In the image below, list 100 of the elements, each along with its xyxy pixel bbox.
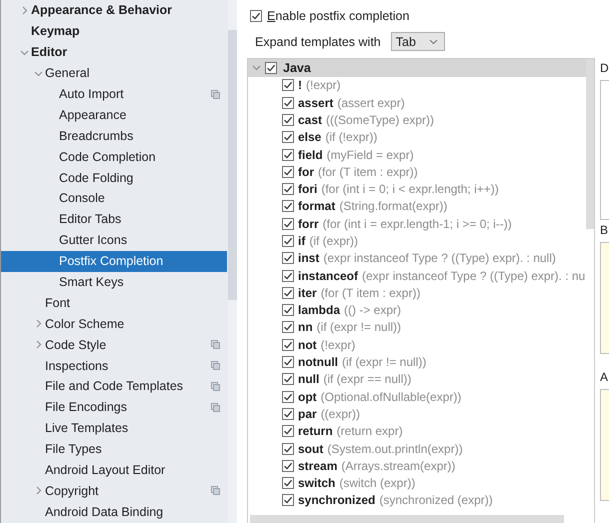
sidebar-item[interactable]: Keymap — [1, 20, 227, 42]
dropdown[interactable]: Tab — [390, 32, 445, 51]
checkbox[interactable] — [282, 252, 294, 264]
checkbox[interactable] — [282, 356, 294, 368]
chevron-icon[interactable] — [34, 486, 42, 496]
checkbox[interactable] — [282, 425, 294, 438]
checkbox[interactable] — [250, 10, 262, 22]
checkbox[interactable] — [282, 338, 294, 351]
scrollbar-thumb[interactable] — [228, 30, 237, 300]
template-name: inst — [298, 251, 320, 266]
group-label: Java — [283, 60, 311, 75]
checkbox[interactable] — [282, 96, 294, 109]
sidebar-item[interactable]: File Types — [1, 438, 227, 460]
template-example: (() -> expr) — [344, 303, 402, 318]
template-example: (expr instanceof Type ? ((Type) expr). : nu — [362, 268, 586, 283]
template-name: opt — [298, 390, 317, 404]
chevron-icon — [428, 37, 438, 46]
template-name: field — [298, 148, 323, 162]
scrollbar[interactable] — [228, 0, 237, 523]
sidebar-item[interactable]: Console — [1, 188, 227, 209]
template-name: null — [298, 372, 320, 386]
sidebar-item[interactable]: Color Scheme — [1, 313, 227, 334]
sidebar-item[interactable]: Android Data Binding — [1, 501, 227, 522]
template-name: switch — [298, 476, 336, 490]
chevron-icon[interactable] — [34, 340, 42, 350]
template-example: (((SomeType) expr)) — [326, 112, 434, 127]
sidebar-item[interactable]: Smart Keys — [1, 272, 227, 292]
sidebar-item[interactable]: Gutter Icons — [1, 230, 227, 251]
template-example: (return expr) — [336, 424, 403, 438]
template-name: else — [298, 130, 322, 144]
checkbox[interactable] — [282, 477, 294, 490]
template-example: (for (T item : expr)) — [320, 286, 420, 300]
template-name: synchronized — [298, 493, 376, 508]
tree-group-row[interactable]: Java — [248, 59, 586, 77]
checkbox[interactable] — [282, 218, 294, 230]
template-name: assert — [298, 96, 334, 110]
checkbox[interactable] — [282, 321, 294, 334]
checkbox[interactable] — [282, 148, 294, 161]
template-name: for — [298, 164, 314, 179]
checkbox[interactable] — [282, 286, 294, 299]
checkbox[interactable] — [282, 460, 294, 472]
sidebar-item[interactable]: Appearance & Behavior — [1, 0, 227, 21]
checkbox[interactable] — [282, 79, 294, 92]
sidebar-item[interactable]: Android Layout Editor — [1, 460, 227, 480]
chevron-icon[interactable] — [34, 68, 42, 78]
checkbox[interactable] — [282, 494, 294, 506]
template-name: iter — [298, 286, 317, 300]
sidebar-item[interactable]: Code Style — [1, 334, 227, 356]
template-name: format — [298, 199, 336, 214]
checkbox[interactable] — [282, 131, 294, 144]
template-example: (if (!expr)) — [325, 130, 378, 144]
scrollbar-thumb[interactable] — [586, 59, 594, 229]
sidebar-item[interactable]: Live Templates — [1, 418, 227, 439]
section-label: B — [600, 223, 609, 239]
template-name: sout — [298, 442, 324, 456]
scrollbar-thumb[interactable] — [250, 515, 564, 523]
template-name: lambda — [298, 303, 340, 318]
template-name: instanceof — [298, 268, 358, 283]
checkbox[interactable] — [282, 114, 294, 126]
template-name: ! — [298, 78, 302, 92]
sidebar-item[interactable]: Editor — [1, 42, 227, 63]
chevron-icon[interactable] — [20, 6, 28, 15]
chevron-icon[interactable] — [20, 48, 28, 57]
sidebar-item[interactable]: File and Code Templates — [1, 376, 227, 397]
template-example: (for (T item : expr)) — [318, 164, 418, 179]
checkbox[interactable] — [282, 408, 294, 420]
sidebar-item[interactable]: Copyright — [1, 480, 227, 502]
checkbox[interactable] — [282, 304, 294, 316]
checkbox[interactable] — [282, 442, 294, 455]
template-name: cast — [298, 112, 322, 127]
template-example: (String.format(expr)) — [339, 199, 448, 214]
sidebar-item[interactable]: Code Folding — [1, 167, 227, 188]
template-example: (Arrays.stream(expr)) — [341, 458, 456, 473]
chevron-icon[interactable] — [34, 319, 42, 328]
template-example: (if (expr == null)) — [323, 372, 412, 386]
template-name: forr — [298, 216, 319, 231]
checkbox[interactable] — [282, 390, 294, 403]
checkbox[interactable] — [282, 200, 294, 212]
sidebar-item[interactable]: Editor Tabs — [1, 208, 227, 230]
template-example: (!expr) — [320, 338, 356, 352]
template-example: ((expr)) — [320, 406, 360, 421]
template-example: (if (expr)) — [309, 234, 358, 248]
checkbox[interactable] — [265, 62, 277, 74]
checkbox[interactable] — [282, 183, 294, 196]
sidebar-item[interactable]: File Encodings — [1, 396, 227, 418]
template-name: not — [298, 338, 317, 352]
sidebar-item[interactable]: Auto Import — [1, 84, 227, 104]
sidebar-item[interactable]: General — [1, 62, 227, 84]
section-label: D — [600, 61, 609, 77]
sidebar-item[interactable]: Postfix Completion — [1, 250, 227, 272]
template-example: (expr instanceof Type ? ((Type) expr). : null) — [323, 251, 556, 266]
sidebar-item[interactable]: Inspections — [1, 355, 227, 376]
sidebar-item[interactable]: Appearance — [1, 104, 227, 126]
checkbox[interactable] — [282, 235, 294, 247]
sidebar-item[interactable]: Breadcrumbs — [1, 125, 227, 146]
checkbox[interactable] — [282, 166, 294, 178]
checkbox[interactable] — [282, 373, 294, 386]
checkbox[interactable] — [282, 270, 294, 282]
sidebar-item[interactable]: Font — [1, 292, 227, 314]
sidebar-item[interactable]: Code Completion — [1, 146, 227, 168]
